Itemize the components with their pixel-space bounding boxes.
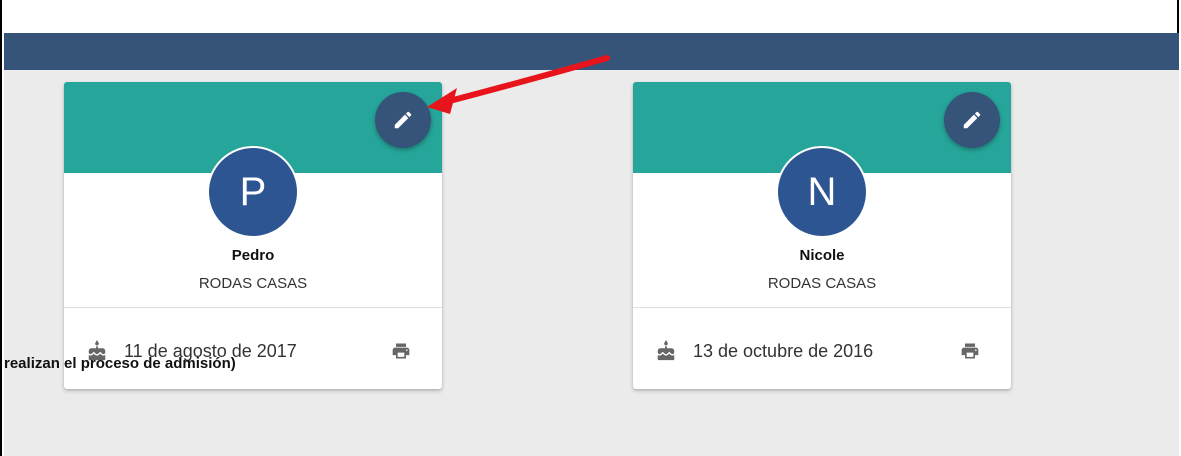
printer-icon[interactable]	[959, 341, 981, 361]
avatar: N	[776, 146, 868, 238]
card-footer: 11 de agosto de 2017	[64, 308, 442, 389]
last-name: RODAS CASAS	[767, 275, 877, 292]
edit-button[interactable]	[944, 92, 1000, 148]
printer-icon[interactable]	[390, 341, 412, 361]
section-text: realizan el proceso de admisión)	[4, 355, 236, 372]
student-card: P Pedro RODAS CASAS 11 de agosto de 2017	[64, 82, 442, 389]
pencil-icon	[394, 111, 412, 129]
first-name: Nicole	[799, 247, 845, 264]
cake-icon	[657, 340, 675, 361]
first-name: Pedro	[231, 247, 275, 264]
student-card: N Nicole RODAS CASAS 13 de octubre de 20…	[633, 82, 1011, 389]
annotation-arrow	[427, 55, 610, 114]
card-footer: 13 de octubre de 2016	[633, 308, 1011, 389]
window-frame: P Pedro RODAS CASAS 11 de agosto de 2017	[0, 0, 1179, 456]
pencil-icon	[963, 111, 981, 129]
avatar: P	[207, 146, 299, 238]
last-name: RODAS CASAS	[198, 275, 308, 292]
birth-date: 13 de octubre de 2016	[693, 341, 874, 361]
